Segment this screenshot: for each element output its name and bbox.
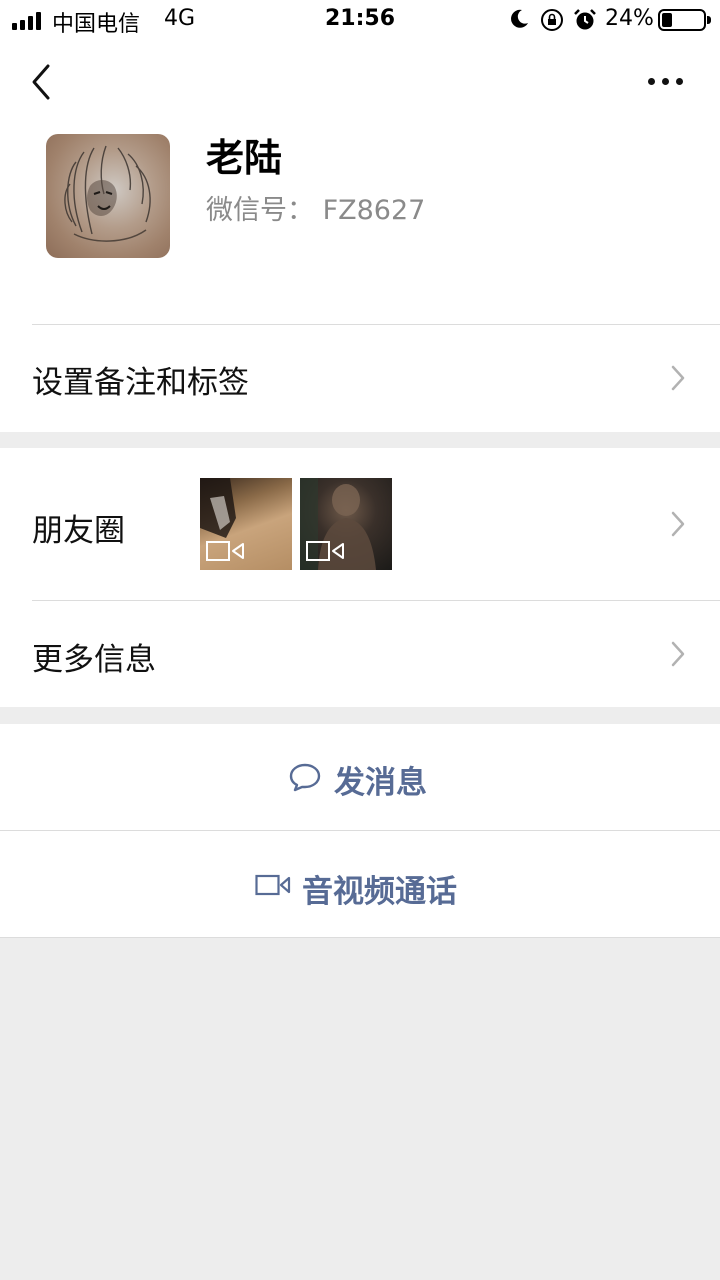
chevron-right-icon	[671, 511, 685, 537]
more-info-row[interactable]: 更多信息	[0, 601, 720, 707]
alarm-icon	[574, 9, 596, 30]
video-call-button[interactable]: 音视频通话	[0, 831, 720, 937]
avatar[interactable]	[46, 134, 170, 258]
rotation-lock-icon	[541, 9, 563, 31]
moments-label: 朋友圈	[32, 513, 125, 549]
back-icon[interactable]	[24, 62, 60, 102]
remark-label: 设置备注和标签	[32, 365, 249, 401]
video-call-label: 音视频通话	[302, 874, 457, 910]
battery-fill	[662, 13, 672, 27]
battery-icon	[658, 9, 706, 31]
divider	[0, 937, 720, 938]
video-camera-icon	[255, 874, 291, 896]
battery-percent: 24%	[605, 6, 654, 31]
lion-image	[64, 145, 151, 242]
contact-name: 老陆	[206, 136, 283, 180]
chevron-right-icon	[671, 641, 685, 667]
video-icon	[306, 541, 344, 561]
more-info-label: 更多信息	[32, 642, 156, 678]
send-message-label: 发消息	[334, 765, 427, 801]
moments-thumbnail-1[interactable]	[200, 478, 292, 570]
more-options-icon[interactable]	[640, 66, 692, 96]
chat-bubble-icon	[289, 763, 321, 792]
send-message-button[interactable]: 发消息	[0, 724, 720, 830]
wechat-id: 微信号： FZ8627	[206, 195, 426, 226]
moon-icon	[511, 9, 528, 28]
status-bar: 中国电信 4G 21:56 24%	[0, 0, 720, 40]
battery-cap	[707, 16, 711, 24]
chevron-right-icon	[671, 365, 685, 391]
moments-thumbnail-2[interactable]	[300, 478, 392, 570]
video-icon	[206, 541, 244, 561]
remark-row[interactable]: 设置备注和标签	[0, 325, 720, 431]
